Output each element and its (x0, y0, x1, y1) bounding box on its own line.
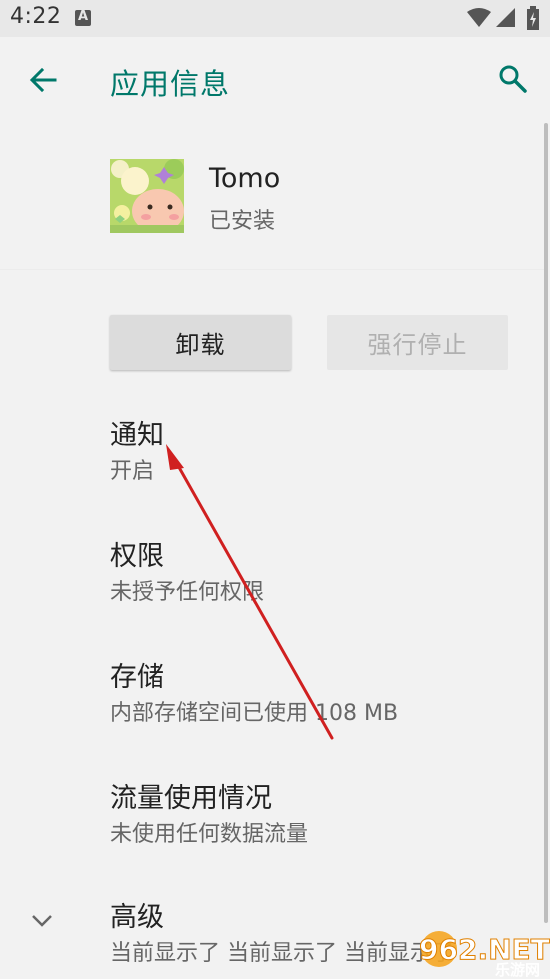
wifi-icon (467, 8, 491, 32)
list-item-subtitle: 开启 (110, 459, 155, 484)
toolbar: 应用信息 (0, 37, 550, 123)
list-item-title: 存储 (110, 662, 164, 693)
status-time: 4:22 (10, 4, 62, 29)
search-icon[interactable] (498, 64, 528, 98)
list-item-subtitle: 未授予任何权限 (110, 580, 265, 605)
app-name: Tomo (209, 163, 281, 194)
app-install-status: 已安装 (209, 209, 276, 234)
watermark-subtext: 乐游网 (495, 961, 540, 979)
chevron-down-icon (30, 913, 54, 933)
force-stop-button[interactable]: 强行停止 (327, 315, 508, 370)
list-item-permissions[interactable]: 权限 未授予任何权限 (0, 534, 544, 644)
list-item-subtitle: 当前显示了 当前显示了 当前显示了 (110, 941, 454, 966)
uninstall-button[interactable]: 卸载 (110, 315, 291, 370)
list-item-title: 流量使用情况 (110, 783, 272, 814)
list-item-title: 权限 (110, 541, 164, 572)
signal-icon (496, 8, 516, 32)
list-item-subtitle: 内部存储空间已使用 108 MB (110, 701, 399, 726)
watermark-logo: 962.NET 乐游网 (415, 925, 550, 979)
list-item-data-usage[interactable]: 流量使用情况 未使用任何数据流量 (0, 776, 544, 886)
page-title: 应用信息 (110, 67, 231, 101)
list-item-storage[interactable]: 存储 内部存储空间已使用 108 MB (0, 655, 544, 765)
scrollbar[interactable] (544, 123, 548, 923)
list-item-title: 通知 (110, 420, 164, 451)
list-item-notifications[interactable]: 通知 开启 (0, 413, 544, 523)
list-item-title: 高级 (110, 902, 164, 933)
app-header: Tomo 已安装 (0, 123, 544, 269)
app-icon (110, 159, 184, 233)
back-arrow-icon[interactable] (28, 65, 58, 99)
header-divider (0, 269, 544, 270)
notification-a-icon (75, 9, 91, 26)
battery-icon (527, 6, 539, 34)
app-info-screen: 4:22 应用信息 (0, 0, 550, 979)
status-bar: 4:22 (0, 0, 550, 37)
list-item-subtitle: 未使用任何数据流量 (110, 822, 309, 847)
